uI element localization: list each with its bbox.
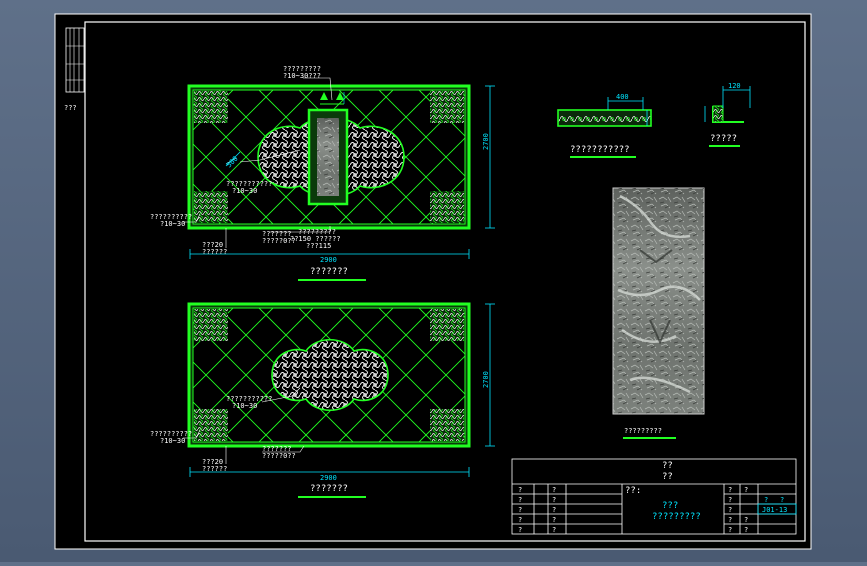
detail-2-title: ?????: [710, 134, 738, 144]
project-name: ???: [662, 501, 679, 511]
plan-bottom-title: ???????: [310, 484, 348, 494]
callout-diag: ?10~30: [232, 187, 258, 195]
row-mark: ?: [518, 526, 523, 534]
row-mark: ?: [552, 486, 557, 494]
rail-section: [557, 109, 652, 127]
row-mark: ?: [518, 486, 523, 494]
plan-top-title: ???????: [310, 267, 348, 277]
note-right: ???115: [306, 242, 332, 250]
dim-height: 2700: [482, 133, 490, 150]
row-mark: ?: [744, 516, 749, 524]
note-left: ??????: [202, 248, 228, 256]
callout-left: ?10~30: [160, 437, 186, 445]
drawing-number: J01-13: [762, 506, 788, 514]
row-mark: ?: [744, 526, 749, 534]
row-mark: ?: [518, 496, 523, 504]
row-mark: ?: [744, 486, 749, 494]
row-mark: ?: [728, 506, 733, 514]
row-mark: ?: [552, 496, 557, 504]
sheet-label: ?: [780, 496, 785, 504]
medallion-ornament: [271, 339, 389, 411]
corner-ornament: [430, 191, 464, 223]
detail-1-title: ???????????: [570, 145, 630, 155]
row-mark: ?: [552, 506, 557, 514]
corner-ornament: [430, 409, 464, 441]
row-mark: ?: [518, 506, 523, 514]
stone-carving-photo: [612, 187, 705, 439]
dim-detail-1: 400: [616, 93, 629, 101]
corner-ornament: [194, 191, 228, 223]
project-subname: ?????????: [652, 512, 701, 522]
dim-width: 2900: [320, 474, 337, 482]
sheet-label: ?: [764, 496, 769, 504]
title-block-header: ??: [662, 461, 673, 471]
callout-top: ?10~30???: [283, 72, 321, 80]
row-mark: ?: [728, 526, 733, 534]
row-mark: ?: [728, 486, 733, 494]
note-left: ??????: [202, 465, 228, 473]
side-label: ???: [64, 104, 77, 112]
scale-label: ??:: [625, 486, 642, 496]
dim-height: 2700: [482, 371, 490, 388]
corner-ornament: [194, 91, 228, 123]
corner-ornament: [430, 91, 464, 123]
title-block-header: ??: [662, 472, 673, 482]
row-mark: ?: [518, 516, 523, 524]
note-mid: ?????0??: [262, 452, 296, 460]
dim-width: 2900: [320, 256, 337, 264]
row-mark: ?: [552, 516, 557, 524]
callout-diag: ?10~30: [232, 402, 258, 410]
corner-ornament: [194, 309, 228, 341]
dim-detail-2: 120: [728, 82, 741, 90]
photo-caption: ?????????: [624, 427, 662, 435]
row-mark: ?: [552, 526, 557, 534]
row-mark: ?: [728, 516, 733, 524]
corner-ornament: [194, 409, 228, 441]
cad-viewport: ??? ????????? ?10~30??? ??????????? ?10~…: [0, 0, 867, 562]
callout-left: ?10~30: [160, 220, 186, 228]
corner-ornament: [430, 309, 464, 341]
row-mark: ?: [728, 496, 733, 504]
